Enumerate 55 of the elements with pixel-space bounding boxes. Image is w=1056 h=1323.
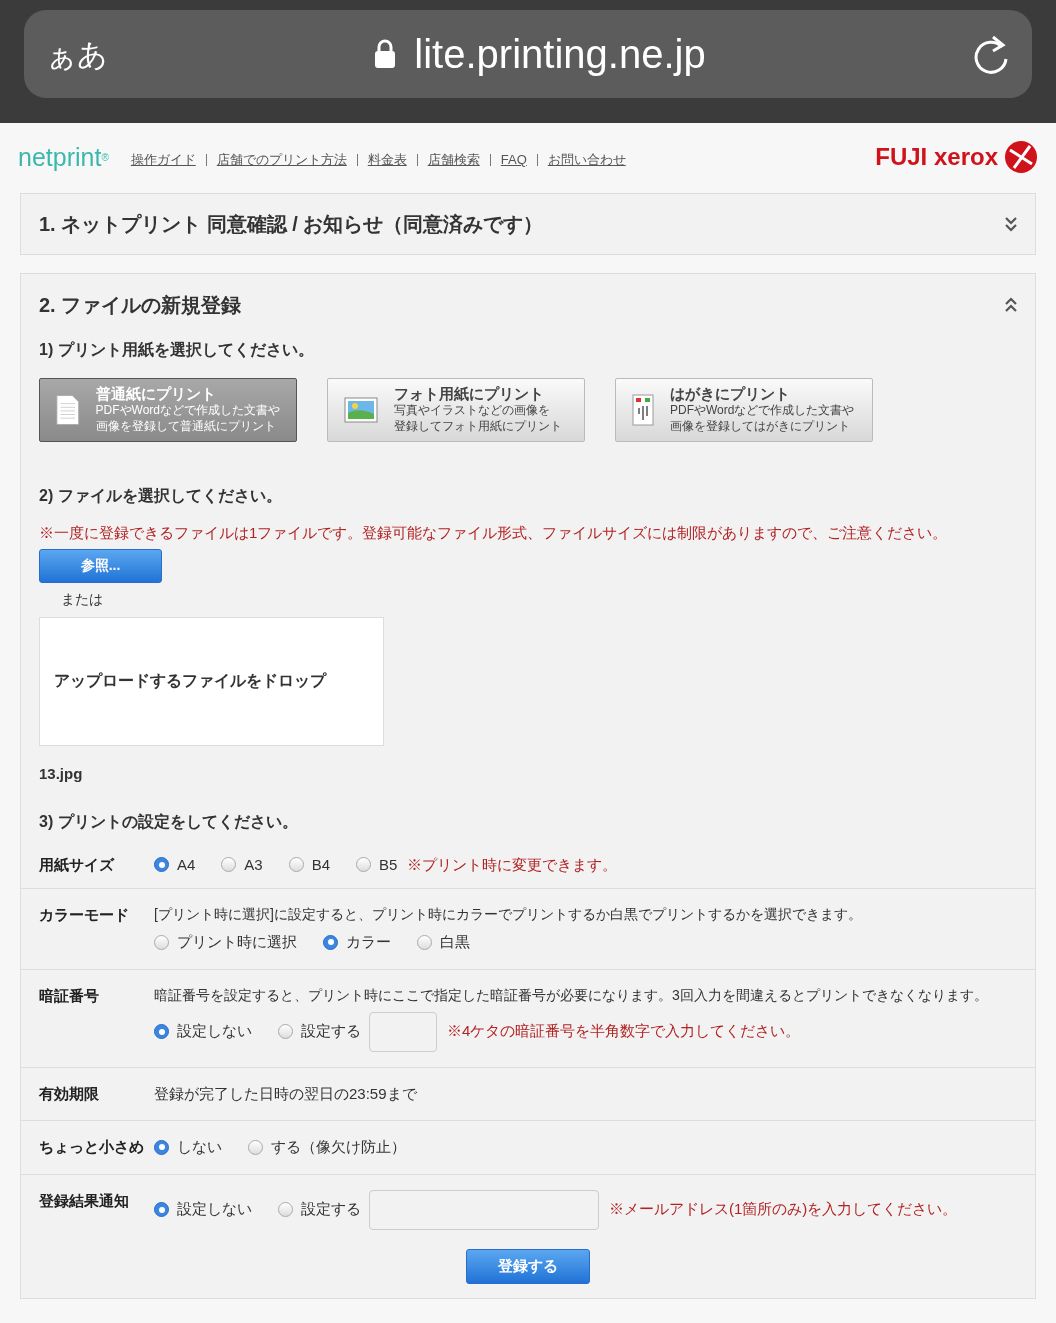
setting-label: 有効期限 [39,1083,100,1104]
nav-link[interactable]: 操作ガイド [130,150,196,170]
brand-logo-text: FUJI xerox [875,142,998,172]
radio-option[interactable]: A4 [154,853,196,876]
radio-option[interactable]: 設定しない [154,1198,252,1221]
nav-link[interactable]: FAQ [500,150,527,170]
radio-option[interactable]: カラー [323,931,391,954]
nav-link[interactable]: 店舗検索 [427,150,480,170]
setting-description: 暗証番号を設定すると、プリント時にここで指定した暗証番号が必要になります。3回入力を間違えるとプリントできなくなります。 [154,985,988,1005]
paper-type-button[interactable]: フォト用紙にプリント 写真やイラストなどの画像を 登録してフォト用紙にプリント [327,378,585,442]
lock-icon [374,39,397,69]
radio-option[interactable]: 設定する [278,1198,361,1221]
document-icon [56,393,80,427]
radio-option[interactable]: しない [154,1136,222,1159]
setting-value: 登録が完了した日時の翌日の23:59まで [154,1083,417,1104]
text-size-button[interactable]: ぁあ [46,31,108,77]
setting-label: カラーモード [39,905,130,925]
setting-label: 暗証番号 [39,985,100,1006]
radio-option[interactable]: プリント時に選択 [154,931,297,954]
radio-option[interactable]: B4 [288,853,331,876]
text-field[interactable] [369,1189,599,1230]
file-drop-zone[interactable]: アップロードするファイルをドロップ [39,616,384,746]
text-field[interactable] [369,1011,437,1052]
radio-option[interactable]: 設定する [278,1020,361,1043]
nav-link[interactable]: お問い合わせ [547,150,626,170]
setting-label: ちょっと小さめ [39,1137,145,1157]
nav-link[interactable]: 店舗でのプリント方法 [216,150,347,170]
radio-option[interactable]: 白黒 [417,931,470,954]
landscape-photo-icon [344,397,378,423]
note-text: ※4ケタの暗証番号を半角数字で入力してください。 [447,1021,801,1042]
radio-option[interactable]: する（像欠け防止） [248,1136,406,1159]
note-text: ※一度に登録できるファイルは1ファイルです。登録可能なファイル形式、ファイルサイズには制限がありますので、ご注意ください。 [39,523,949,543]
radio-option[interactable]: B5 [356,853,398,876]
reload-icon[interactable] [972,33,1010,75]
expand-icon[interactable] [1005,216,1017,232]
setting-label: 用紙サイズ [39,854,116,875]
radio-option[interactable]: A3 [221,853,263,876]
setting-description: [プリント時に選択]に設定すると、プリント時にカラーでプリントするか白黒でプリントするかを選択できます。 [154,905,862,924]
note-text: ※プリント時に変更できます。 [407,854,618,875]
or-text: または [61,590,103,607]
step-heading: 2) ファイルを選択してください。 [39,487,282,504]
address-bar[interactable]: ぁあ lite.printing.ne.jp [24,10,1032,98]
paper-type-button[interactable]: はがきにプリント PDFやWordなどで作成した文書や 画像を登録してはがきにプリント [615,378,873,442]
nav-link[interactable]: 料金表 [367,150,407,170]
collapse-icon[interactable] [1005,297,1017,313]
url-text[interactable]: lite.printing.ne.jp [414,24,706,84]
step-heading: 1) プリント用紙を選択してください。 [39,341,314,358]
file-name: 13.jpg [39,764,83,782]
sphere-logo-icon [1004,140,1038,174]
step-heading: 3) プリントの設定をしてください。 [39,812,298,830]
radio-option[interactable]: 設定しない [154,1020,252,1043]
section-title[interactable]: 2. ファイルの新規登録 [39,290,242,320]
note-text: ※メールアドレス(1箇所のみ)を入力してください。 [609,1199,958,1220]
setting-label: 登録結果通知 [39,1190,130,1211]
postcard-icon [632,394,654,426]
